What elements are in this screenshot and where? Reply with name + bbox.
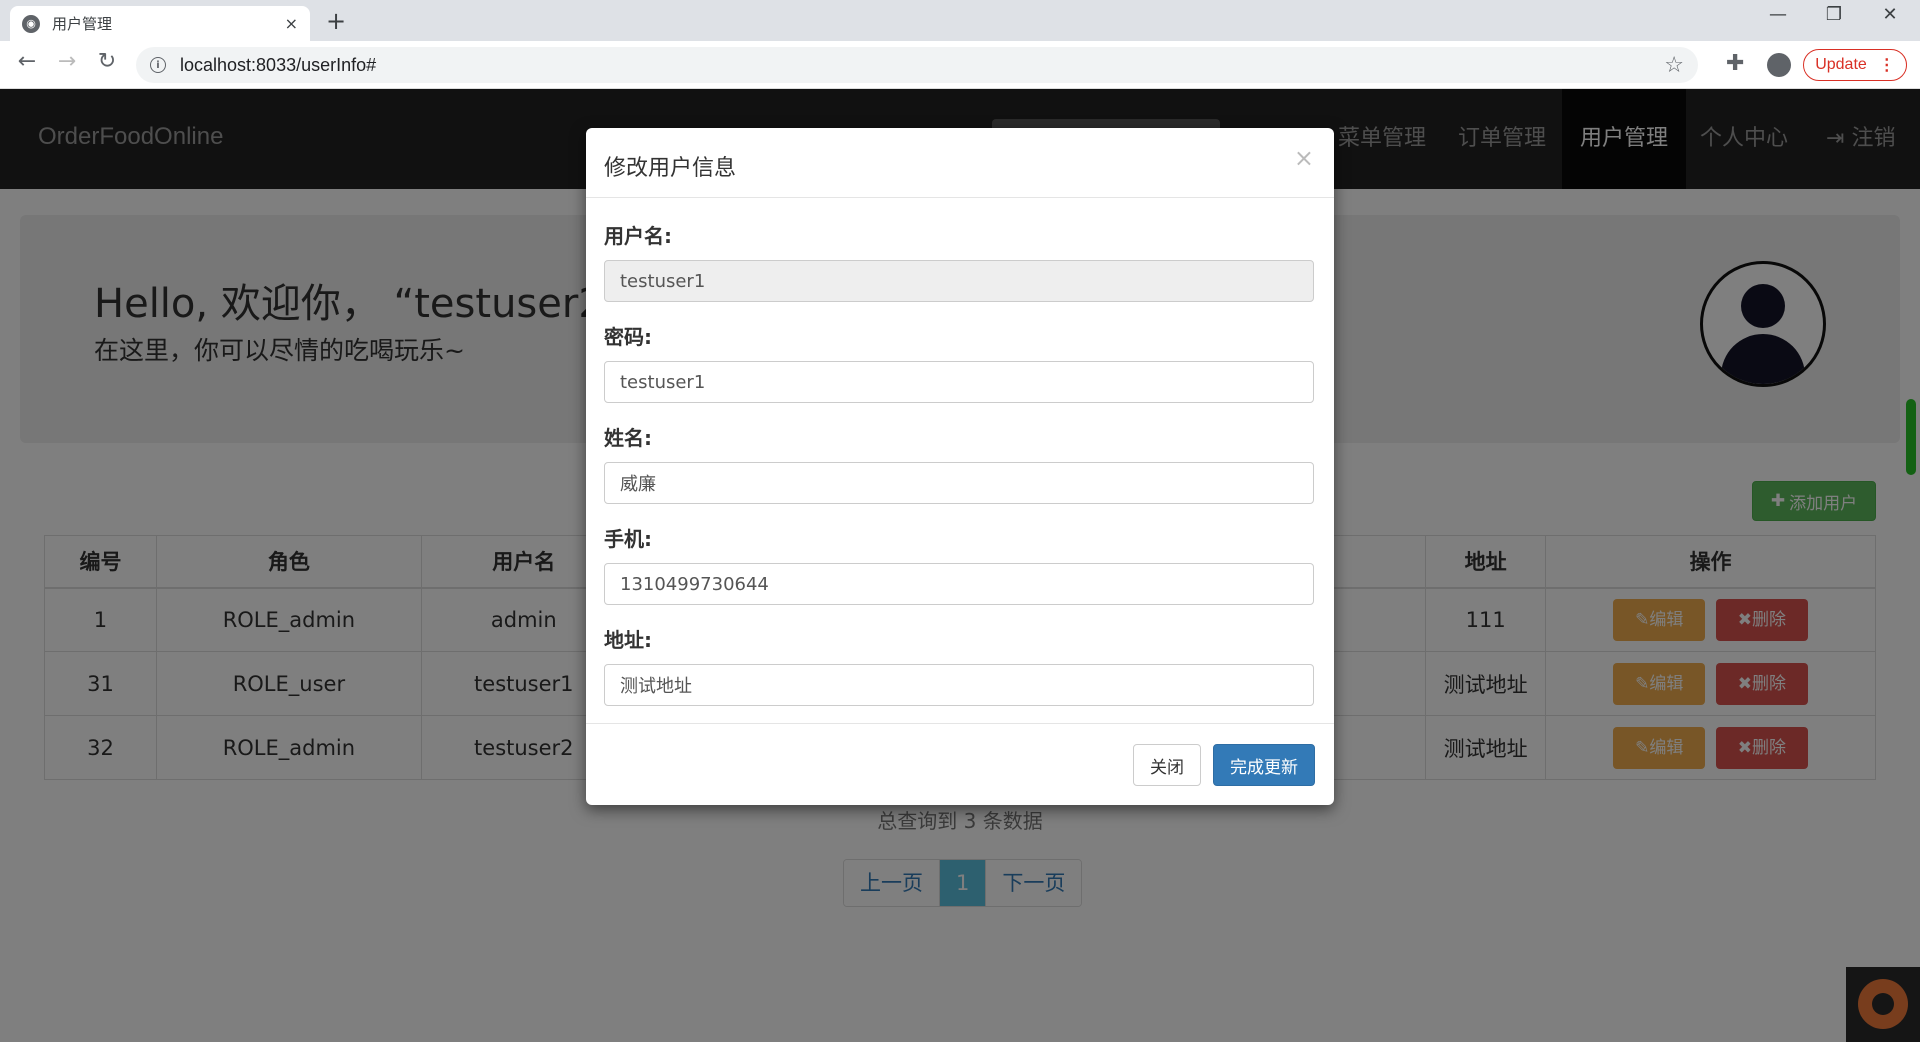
update-button[interactable]: Update ⋮ — [1803, 49, 1907, 81]
modal-footer: 关闭 完成更新 — [586, 723, 1334, 805]
chrome-menu-icon: ⋮ — [1878, 57, 1895, 74]
modal-body: 用户名: 密码: 姓名: 手机: 地址: — [604, 220, 1314, 725]
form-group-password: 密码: — [604, 321, 1314, 403]
minimize-icon[interactable]: — — [1758, 4, 1798, 25]
tab-title: 用户管理 — [52, 15, 113, 33]
modal-title: 修改用户信息 — [604, 156, 737, 181]
restore-icon[interactable]: ❐ — [1814, 4, 1854, 25]
phone-field[interactable] — [604, 563, 1314, 605]
username-label: 用户名: — [604, 224, 672, 248]
browser-tab-strip: ◉ 用户管理 × + — ❐ ✕ — [0, 0, 1920, 41]
modal-close-icon[interactable]: × — [1294, 144, 1314, 172]
username-field[interactable] — [604, 260, 1314, 302]
form-group-address: 地址: — [604, 624, 1314, 706]
modal-header: 修改用户信息 × — [586, 128, 1334, 198]
password-label: 密码: — [604, 325, 652, 349]
window-close-icon[interactable]: ✕ — [1870, 4, 1910, 25]
profile-avatar-icon[interactable] — [1767, 53, 1791, 77]
submit-update-button[interactable]: 完成更新 — [1213, 744, 1315, 786]
bookmark-star-icon[interactable]: ☆ — [1664, 53, 1684, 78]
update-label: Update — [1815, 56, 1867, 73]
name-label: 姓名: — [604, 426, 652, 450]
edit-user-modal: 修改用户信息 × 用户名: 密码: 姓名: 手机: 地址: 关闭 完成更新 — [586, 128, 1334, 805]
phone-label: 手机: — [604, 527, 652, 551]
form-group-username: 用户名: — [604, 220, 1314, 302]
reload-icon[interactable]: ↻ — [92, 49, 122, 74]
address-field[interactable] — [604, 664, 1314, 706]
password-field[interactable] — [604, 361, 1314, 403]
form-group-phone: 手机: — [604, 523, 1314, 605]
site-info-icon[interactable]: i — [150, 57, 166, 73]
globe-icon: ◉ — [22, 14, 40, 33]
forward-icon[interactable]: → — [52, 49, 82, 74]
back-icon[interactable]: ← — [12, 49, 42, 74]
close-button[interactable]: 关闭 — [1133, 744, 1201, 786]
url-text[interactable]: localhost:8033/userInfo# — [180, 55, 1664, 76]
tab-close-icon[interactable]: × — [285, 14, 298, 33]
extensions-puzzle-icon[interactable]: ✚ — [1726, 51, 1744, 76]
address-label: 地址: — [604, 628, 652, 652]
form-group-name: 姓名: — [604, 422, 1314, 504]
name-field[interactable] — [604, 462, 1314, 504]
new-tab-icon[interactable]: + — [326, 7, 346, 35]
address-bar[interactable]: i localhost:8033/userInfo# ☆ — [136, 47, 1698, 83]
browser-tab[interactable]: ◉ 用户管理 × — [10, 6, 310, 41]
browser-toolbar: ← → ↻ i localhost:8033/userInfo# ☆ ✚ Upd… — [0, 41, 1920, 89]
